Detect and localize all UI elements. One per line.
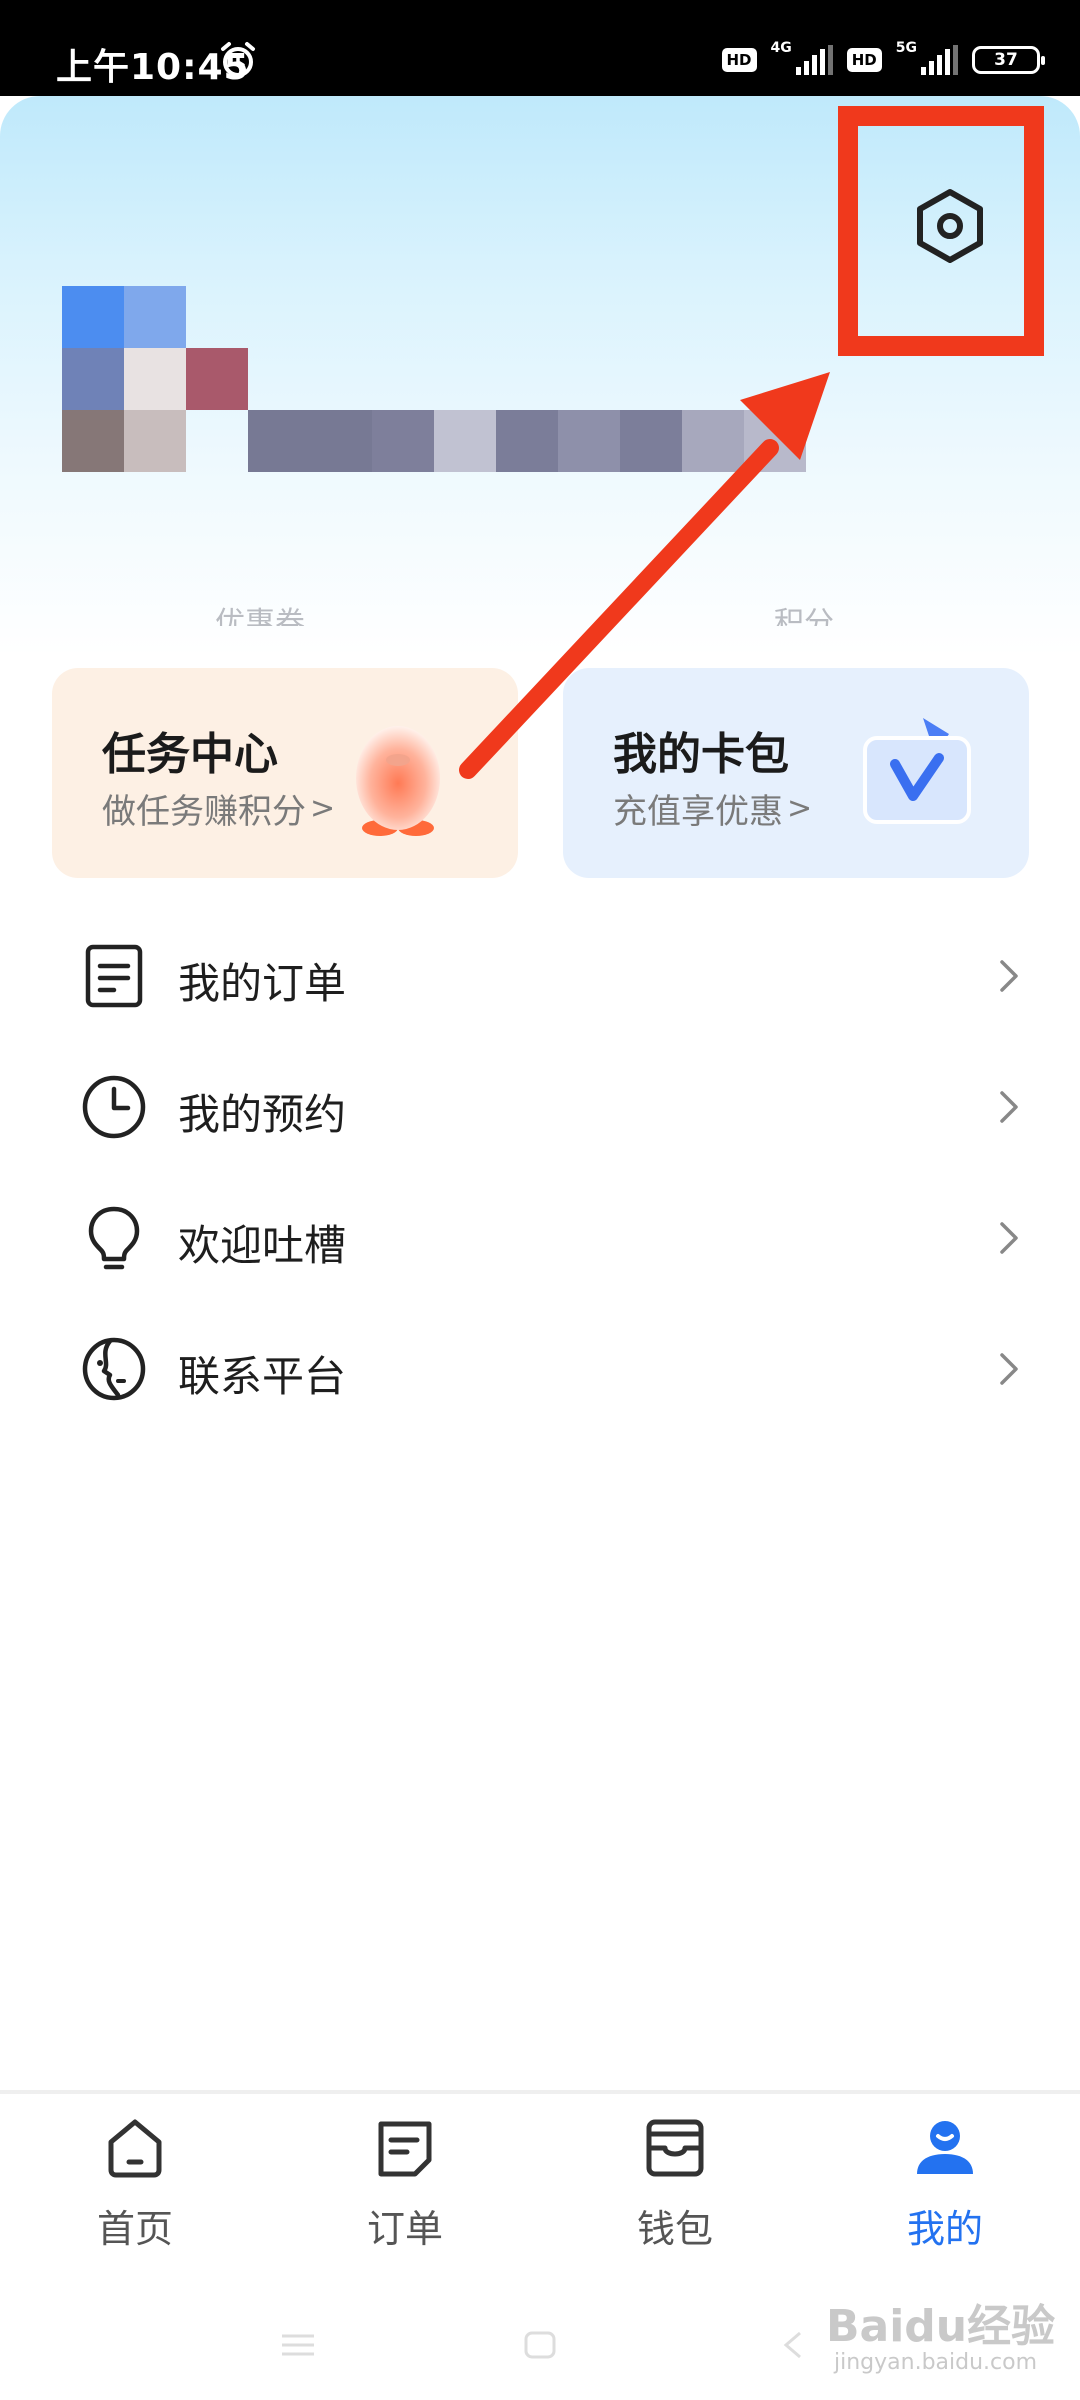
home-icon <box>108 2119 162 2178</box>
alarm-icon <box>221 42 255 77</box>
tab-home[interactable]: 首页 <box>35 2116 235 2266</box>
profile-icon <box>917 2121 973 2174</box>
stats-row: 优惠券 积分 <box>0 586 1080 626</box>
tab-me[interactable]: 我的 <box>845 2116 1045 2266</box>
points-label: 积分 <box>774 606 834 626</box>
mascot-icon <box>356 726 440 836</box>
menu-item-feedback[interactable]: 欢迎吐槽 <box>0 1172 1080 1303</box>
menu-nav-icon[interactable] <box>278 2330 318 2360</box>
menu-label: 联系平台 <box>178 1352 347 1401</box>
status-bar: 上午10:45 HD 4G HD 5G 37 <box>0 0 1080 96</box>
back-nav-icon[interactable] <box>778 2330 808 2360</box>
chevron-right-icon <box>1000 1222 1018 1254</box>
card-wallet-card[interactable]: 我的卡包 充值享优惠 > <box>563 668 1029 878</box>
face-icon <box>82 1337 146 1401</box>
clock-icon <box>82 1075 146 1139</box>
status-indicators: HD 4G HD 5G 37 <box>721 40 1045 80</box>
chevron-right-icon <box>1000 1091 1018 1123</box>
menu-item-appointments[interactable]: 我的预约 <box>0 1041 1080 1172</box>
tab-wallet[interactable]: 钱包 <box>575 2116 775 2266</box>
chevron-right-icon: > <box>310 791 336 826</box>
points-stat[interactable]: 积分 <box>774 586 834 626</box>
signal-icon-2 <box>921 45 958 75</box>
tab-label: 订单 <box>366 2207 443 2251</box>
chevron-right-icon <box>1000 1353 1018 1385</box>
menu-label: 我的订单 <box>178 959 347 1008</box>
tab-label: 钱包 <box>636 2207 713 2251</box>
annotation-highlight-box <box>838 106 1044 356</box>
coupon-stat[interactable]: 优惠券 <box>215 586 305 626</box>
card-wallet-subtitle: 充值享优惠 > <box>613 784 812 833</box>
voucher-card-icon <box>863 718 971 824</box>
username-blurred <box>248 410 808 472</box>
menu-label: 欢迎吐槽 <box>178 1221 347 1270</box>
chevron-right-icon <box>1000 960 1018 992</box>
card-wallet-title: 我的卡包 <box>613 729 789 780</box>
tab-label: 我的 <box>906 2207 983 2251</box>
task-center-title: 任务中心 <box>102 729 278 780</box>
menu-item-orders[interactable]: 我的订单 <box>0 910 1080 1041</box>
network-type-label-2: 5G <box>895 40 917 56</box>
chevron-right-icon: > <box>787 791 813 826</box>
order-icon <box>378 2121 432 2177</box>
tab-orders[interactable]: 订单 <box>305 2116 505 2266</box>
home-nav-icon[interactable] <box>522 2330 558 2360</box>
wallet-icon <box>646 2119 704 2177</box>
task-center-subtitle: 做任务赚积分 > <box>102 784 335 833</box>
document-icon <box>85 944 143 1008</box>
menu-list: 我的订单 我的预约 欢迎吐槽 联系平台 <box>0 910 1080 1434</box>
menu-item-contact[interactable]: 联系平台 <box>0 1303 1080 1434</box>
watermark-url: jingyan.baidu.com <box>834 2350 1038 2375</box>
network-type-label: 4G <box>770 40 792 56</box>
task-center-subtitle-text: 做任务赚积分 <box>102 792 306 832</box>
coupon-label: 优惠券 <box>215 606 305 626</box>
watermark-logo: Baidu经验 <box>826 2301 1056 2352</box>
lightbulb-icon <box>88 1206 140 1270</box>
menu-label: 我的预约 <box>178 1090 347 1139</box>
signal-icon <box>795 45 833 75</box>
avatar[interactable] <box>62 286 250 472</box>
task-center-card[interactable]: 任务中心 做任务赚积分 > <box>52 668 518 878</box>
card-wallet-subtitle-text: 充值享优惠 <box>613 792 783 832</box>
hd-badge-2: HD <box>846 48 882 72</box>
battery-level: 37 <box>994 50 1018 70</box>
battery-icon: 37 <box>972 46 1045 74</box>
tab-label: 首页 <box>96 2207 173 2251</box>
hd-badge: HD <box>721 48 757 72</box>
